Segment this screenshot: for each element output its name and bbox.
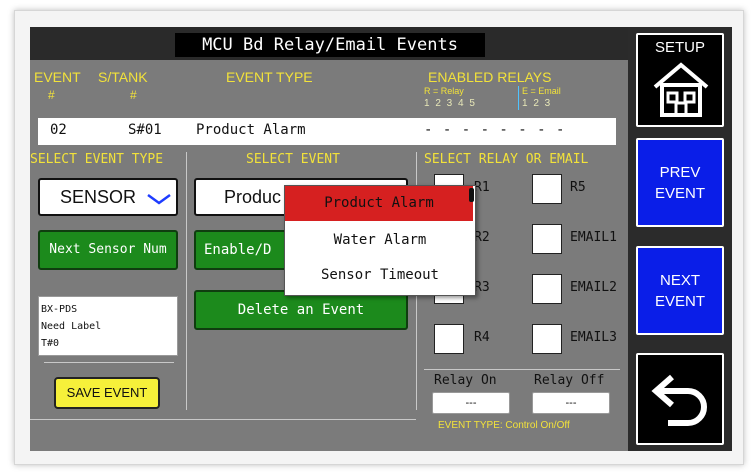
email-label-3: EMAIL3	[570, 330, 617, 345]
event-row-type: Product Alarm	[196, 122, 306, 138]
dropdown-scrollbar[interactable]	[469, 188, 474, 202]
return-arrow-icon	[651, 374, 707, 426]
relay-label-r5: R5	[570, 180, 586, 195]
prev-event-button[interactable]: PREV EVENT	[636, 138, 724, 227]
relay-checkbox-r5[interactable]	[532, 174, 562, 204]
header-event-type: EVENT TYPE	[226, 69, 313, 85]
relay-label-r4: R4	[474, 330, 490, 345]
email-checkbox-2[interactable]	[532, 274, 562, 304]
email-checkbox-3[interactable]	[532, 324, 562, 354]
header-enabled-relays: ENABLED RELAYS	[428, 69, 552, 85]
header-email-nums: 1 2 3	[522, 98, 551, 109]
column-divider-left	[186, 152, 187, 410]
select-relay-header: SELECT RELAY OR EMAIL	[424, 152, 589, 167]
relay-email-divider	[518, 86, 519, 110]
save-event-button[interactable]: SAVE EVENT	[54, 377, 160, 409]
next-event-line2: EVENT	[654, 293, 705, 310]
event-type-note: EVENT TYPE: Control On/Off	[438, 420, 570, 431]
header-event-hash: #	[48, 88, 55, 102]
dropdown-item-product-alarm[interactable]: Product Alarm	[285, 186, 473, 221]
header-event: EVENT	[34, 69, 81, 85]
select-event-type-header: SELECT EVENT TYPE	[30, 152, 164, 167]
relay-on-label: Relay On	[434, 373, 497, 388]
relay-divider	[424, 369, 620, 370]
event-select-value: Produc	[224, 187, 282, 207]
next-sensor-button[interactable]: Next Sensor Num	[38, 230, 178, 270]
email-label-1: EMAIL1	[570, 230, 617, 245]
next-event-button[interactable]: NEXT EVENT	[636, 246, 724, 335]
prev-event-line2: EVENT	[654, 185, 705, 202]
relay-checkbox-r4[interactable]	[434, 324, 464, 354]
header-email-legend: E = Email	[522, 86, 561, 96]
email-checkbox-1[interactable]	[532, 224, 562, 254]
relay-off-input[interactable]: ---	[532, 392, 610, 414]
header-stank-hash: #	[130, 88, 137, 102]
event-type-value: SENSOR	[60, 187, 137, 207]
event-row-num: 02	[50, 122, 67, 138]
dropdown-item-water-alarm[interactable]: Water Alarm	[285, 223, 475, 258]
dropdown-item-sensor-timeout[interactable]: Sensor Timeout	[285, 258, 475, 293]
header-relay-legend: R = Relay	[424, 86, 464, 96]
sensor-info-line: Need Label	[41, 321, 102, 332]
relay-off-label: Relay Off	[534, 373, 605, 388]
delete-event-button[interactable]: Delete an Event	[194, 290, 408, 330]
sensor-info-box: BX-PDS Need Label T#0	[38, 296, 178, 356]
setup-label: SETUP	[654, 39, 705, 56]
relay-label-r2: R2	[474, 230, 490, 245]
prev-event-line1: PREV	[659, 164, 701, 181]
back-button[interactable]	[636, 353, 724, 445]
relay-on-input[interactable]: ---	[432, 392, 510, 414]
header-stank: S/TANK	[98, 69, 148, 85]
relay-label-r1: R1	[474, 180, 490, 195]
save-divider	[44, 362, 174, 363]
event-dropdown: Product Alarm Water Alarm Sensor Timeout	[284, 185, 476, 296]
home-icon	[653, 62, 709, 117]
header-relay-nums: 1 2 3 4 5	[424, 98, 475, 109]
sensor-info-line: BX-PDS	[41, 304, 78, 315]
sensor-info-line: T#0	[41, 338, 60, 349]
bottom-divider	[30, 419, 416, 420]
relay-label-r3: R3	[474, 280, 490, 295]
email-label-2: EMAIL2	[570, 280, 617, 295]
event-row-relays: - - - - - - - -	[424, 122, 565, 138]
page-title: MCU Bd Relay/Email Events	[175, 33, 485, 57]
event-row-tank: S#01	[128, 122, 162, 138]
next-event-line1: NEXT	[659, 272, 700, 289]
select-event-header: SELECT EVENT	[246, 152, 340, 167]
event-type-select[interactable]: SENSOR	[38, 178, 178, 216]
setup-button[interactable]: SETUP	[636, 33, 724, 127]
chevron-down-icon	[147, 193, 171, 205]
